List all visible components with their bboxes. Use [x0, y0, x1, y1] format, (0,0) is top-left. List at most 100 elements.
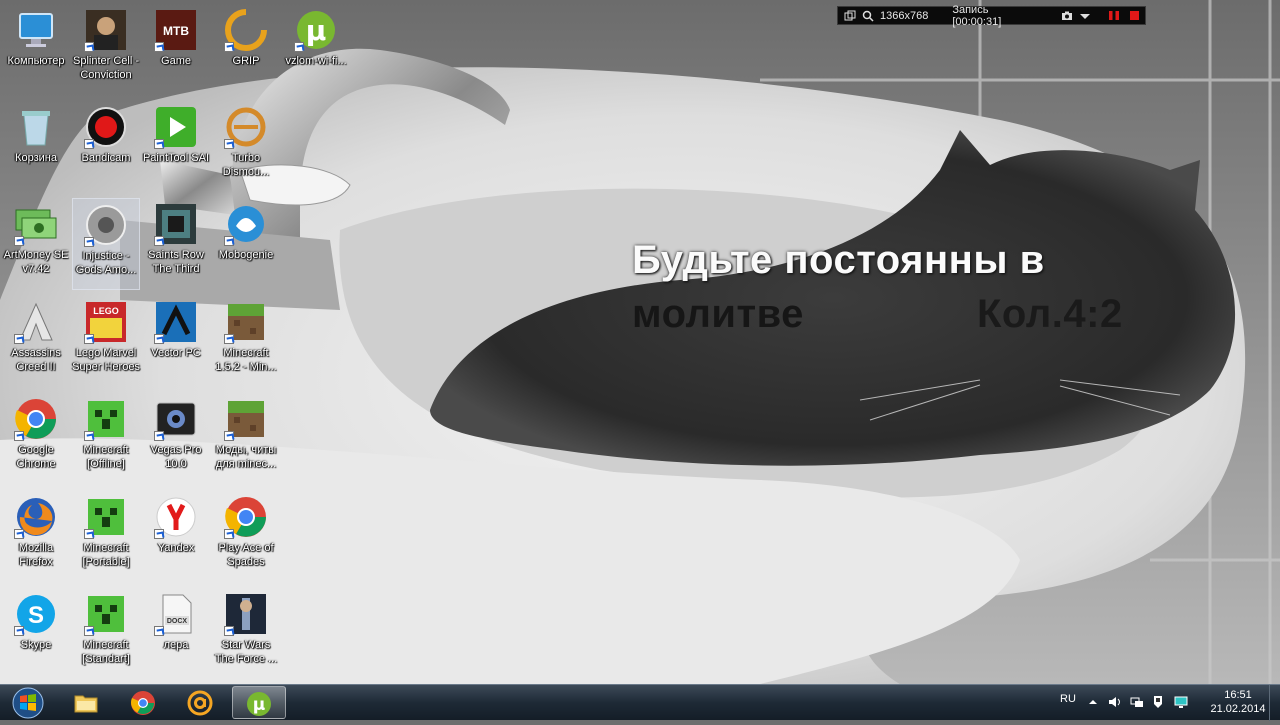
yandex-icon: [154, 495, 198, 539]
shortcut-arrow-icon: [224, 529, 234, 539]
network-icon[interactable]: [1130, 695, 1144, 709]
taskbar-mail-agent-button[interactable]: [174, 686, 228, 719]
vegas-pro-icon: [154, 397, 198, 441]
desktop-icon[interactable]: Minecraft [Portable]: [72, 491, 140, 583]
desktop-icon-label: Play Ace of Spades: [218, 542, 274, 568]
minecraft-block-icon: [224, 397, 268, 441]
injustice-icon: [84, 203, 128, 247]
shortcut-arrow-icon: [224, 626, 234, 636]
shortcut-arrow-icon: [224, 431, 234, 441]
desktop-icon[interactable]: Mobogenie: [212, 198, 280, 290]
minecraft-block-icon: [224, 300, 268, 344]
desktop-icon-label: Vector PC: [151, 347, 201, 359]
recording-toolbar[interactable]: 1366x768 Запись [00:00:31]: [837, 4, 1146, 28]
desktop-icon[interactable]: Minecraft [Offline]: [72, 393, 140, 485]
star-wars-icon: [224, 592, 268, 636]
bandicam-icon: [84, 105, 128, 149]
desktop-icon[interactable]: Vector PC: [142, 296, 210, 388]
desktop-icon[interactable]: Injustice - Gods Amo...: [72, 198, 140, 290]
show-hidden-icons-icon[interactable]: [1086, 695, 1100, 709]
desktop-icon-label: Моды, читы для minec...: [215, 444, 277, 470]
desktop-icon[interactable]: Minecraft 1.5.2 - Min...: [212, 296, 280, 388]
desktop-icon-label: Minecraft 1.5.2 - Min...: [215, 347, 277, 373]
taskbar: µ RU 16:51 21.02.2014: [0, 684, 1280, 721]
desktop-icon-label: Vegas Pro 10.0: [150, 444, 202, 470]
taskbar-chrome-button[interactable]: [117, 686, 171, 719]
taskbar-explorer-button[interactable]: [60, 686, 114, 719]
shortcut-arrow-icon: [14, 626, 24, 636]
shortcut-arrow-icon: [14, 431, 24, 441]
desktop-icon[interactable]: GRIP: [212, 4, 280, 96]
desktop-icon-label: Game: [161, 55, 191, 67]
desktop-icon[interactable]: Play Ace of Spades: [212, 491, 280, 583]
desktop-icon-label: Компьютер: [7, 55, 65, 67]
desktop-icon[interactable]: Turbo Dismou...: [212, 101, 280, 193]
magnifier-icon[interactable]: [862, 10, 874, 22]
shortcut-arrow-icon: [154, 139, 164, 149]
desktop-icon-label: Skype: [20, 639, 52, 651]
shortcut-arrow-icon: [154, 626, 164, 636]
desktop-icon-label: vzlom-wi-fi...: [285, 55, 347, 67]
taskbar-utorrent-button[interactable]: µ: [232, 686, 286, 719]
desktop-icon[interactable]: Saints Row The Third: [142, 198, 210, 290]
desktop-icon[interactable]: Vegas Pro 10.0: [142, 393, 210, 485]
desktop-icon[interactable]: LEGO Lego Marvel Super Heroes: [72, 296, 140, 388]
stop-icon[interactable]: [1130, 11, 1139, 20]
desktop-icon-label: Mozilla Firefox: [18, 542, 54, 568]
desktop-icon-label: GRIP: [232, 55, 260, 67]
start-button[interactable]: [8, 686, 48, 720]
desktop-icon[interactable]: Компьютер: [2, 4, 70, 96]
show-desktop-button[interactable]: [1269, 685, 1280, 721]
desktop-icon[interactable]: Mozilla Firefox: [2, 491, 70, 583]
desktop-icon[interactable]: Yandex: [142, 491, 210, 583]
window-mode-icon[interactable]: [844, 10, 856, 22]
desktop-icon[interactable]: Моды, читы для minec...: [212, 393, 280, 485]
desktop-icon-label: PaintTool SAI: [142, 152, 210, 164]
artmoney-icon: [14, 202, 58, 246]
desktop-icon[interactable]: Minecraft [Standart]: [72, 588, 140, 680]
desktop-icon[interactable]: Assassins Creed II: [2, 296, 70, 388]
desktop-icon-label: Minecraft [Portable]: [82, 542, 130, 568]
camera-icon[interactable]: [1061, 10, 1073, 22]
firefox-icon: [14, 495, 58, 539]
docx-file-icon: DOCX: [154, 592, 198, 636]
clock-time: 16:51: [1224, 689, 1252, 701]
dropdown-arrow-icon[interactable]: [1079, 10, 1091, 22]
volume-icon[interactable]: [1108, 695, 1122, 709]
desktop-icon-label: Star Wars The Force ...: [214, 639, 278, 665]
desktop-icon[interactable]: S Skype: [2, 588, 70, 680]
desktop-icon[interactable]: Google Chrome: [2, 393, 70, 485]
action-center-icon[interactable]: [1152, 695, 1166, 709]
chrome-icon: [130, 690, 156, 716]
clock-date: 21.02.2014: [1210, 703, 1266, 715]
svg-text:µ: µ: [306, 14, 327, 47]
desktop-icon[interactable]: Bandicam: [72, 101, 140, 193]
splinter-cell-icon: [84, 8, 128, 52]
shortcut-arrow-icon: [154, 529, 164, 539]
desktop-icon[interactable]: Star Wars The Force ...: [212, 588, 280, 680]
desktop-icon[interactable]: ArtMoney SE v7.42: [2, 198, 70, 290]
painttool-icon: [154, 105, 198, 149]
shortcut-arrow-icon: [154, 334, 164, 344]
turbo-dismount-icon: [224, 105, 268, 149]
desktop-icon[interactable]: Корзина: [2, 101, 70, 193]
verse-reference: Кол.4:2: [977, 292, 1123, 336]
desktop-icon-label: Injustice - Gods Amo...: [75, 250, 137, 276]
desktop-icon[interactable]: PaintTool SAI: [142, 101, 210, 193]
vector-icon: [154, 300, 198, 344]
chrome-icon: [14, 397, 58, 441]
shortcut-arrow-icon: [84, 431, 94, 441]
language-indicator[interactable]: RU: [1060, 693, 1076, 705]
capture-resolution: 1366x768: [880, 9, 929, 22]
desktop-icon-label: Bandicam: [81, 152, 131, 164]
folder-icon: [73, 690, 99, 716]
desktop-icon[interactable]: DOCX лера: [142, 588, 210, 680]
pause-icon[interactable]: [1109, 11, 1120, 20]
desktop-icon-label: Корзина: [15, 152, 57, 164]
desktop-icon[interactable]: MTB Game: [142, 4, 210, 96]
desktop-icon[interactable]: µ vzlom-wi-fi...: [282, 4, 350, 96]
desktop-icon[interactable]: Splinter Cell - Conviction: [72, 4, 140, 96]
utorrent-icon: µ: [294, 8, 338, 52]
clock[interactable]: 16:51 21.02.2014: [1208, 688, 1268, 716]
display-icon[interactable]: [1174, 695, 1188, 709]
